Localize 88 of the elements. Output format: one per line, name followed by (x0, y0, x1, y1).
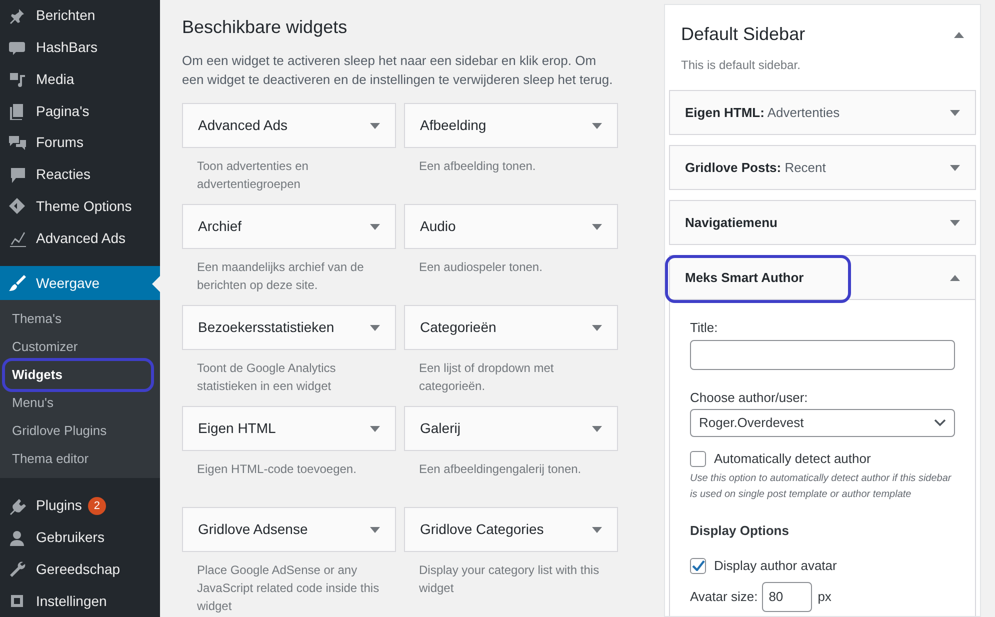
avatar-size-input[interactable]: 80 (762, 582, 812, 612)
widget-description: Place Google AdSense or any JavaScript related code inside this widget (196, 562, 380, 615)
widget-card[interactable]: Gridlove Posts: Recent (669, 145, 976, 190)
menu-item[interactable]: Forums (0, 127, 160, 159)
widget-description: Een lijst of dropdown met categorieën. (418, 360, 555, 395)
sidebar-description: This is default sidebar. (680, 57, 802, 74)
submenu-item[interactable]: Thema editor (10, 449, 91, 469)
checkbox-label: Display author avatar (714, 557, 837, 575)
widget-card[interactable]: Galerij (404, 406, 618, 451)
widget-description: Eigen HTML-code toevoegen. (196, 461, 358, 478)
dropdown-arrow-icon (592, 324, 602, 330)
chevron-down-icon (934, 419, 946, 427)
widget-card[interactable]: Eigen HTML (182, 406, 396, 451)
sidebar-title: Default Sidebar (681, 23, 806, 46)
pointer-arrow-icon (152, 276, 160, 292)
dropdown-arrow-icon (950, 220, 960, 226)
section-heading: Beschikbare widgets (182, 16, 348, 39)
submenu-item[interactable]: Gridlove Plugins (10, 421, 109, 441)
widget-description: Display your category list with this widget (418, 562, 600, 597)
widget-description: Een audiospeler tonen. (418, 259, 544, 276)
dropdown-arrow-icon (950, 110, 960, 116)
widget-card[interactable]: Audio (404, 204, 618, 249)
widget-description: Toon advertenties en advertentiegroepen (196, 158, 310, 193)
pages-icon (8, 102, 26, 120)
camera-music-icon (8, 70, 26, 88)
field-label: Choose author/user: (690, 388, 809, 406)
menu-item[interactable]: Weergave (0, 266, 160, 300)
collapse-arrow-icon[interactable] (954, 32, 964, 38)
widget-description: Toont de Google Analytics statistieken in een widget (196, 360, 337, 395)
submenu-item[interactable]: Menu's (10, 393, 56, 413)
widget-card[interactable]: Navigatiemenu (669, 200, 976, 245)
dropdown-arrow-icon (950, 164, 960, 170)
title-input[interactable] (690, 340, 955, 370)
widget-card[interactable]: Categorieën (404, 305, 618, 350)
dropdown-arrow-icon (370, 426, 380, 432)
user-icon (8, 528, 26, 547)
pin-icon (8, 6, 26, 25)
dropdown-arrow-icon (370, 526, 380, 532)
chat-bubbles-icon (8, 134, 26, 152)
wrench-icon (8, 560, 26, 578)
widget-card[interactable]: Advanced Ads (182, 103, 396, 148)
collapse-arrow-icon (950, 274, 960, 280)
menu-item[interactable]: Plugins 2 (0, 490, 160, 522)
widget-card[interactable]: Gridlove Categories (404, 507, 618, 552)
dropdown-arrow-icon (592, 224, 602, 230)
brush-icon (8, 274, 26, 292)
author-select[interactable]: Roger.Overdevest (690, 409, 955, 437)
dropdown-arrow-icon (370, 224, 380, 230)
menu-item[interactable]: Reacties (0, 158, 160, 191)
menu-item[interactable]: Gebruikers (0, 522, 160, 554)
submenu-item[interactable]: Customizer (10, 337, 80, 357)
menu-item[interactable]: Advanced Ads (0, 222, 160, 254)
menu-item[interactable]: HashBars (0, 32, 160, 64)
unit-label: px (818, 588, 832, 606)
count-badge: 2 (88, 496, 106, 515)
menu-item[interactable]: Instellingen (0, 585, 160, 617)
dropdown-arrow-icon (592, 526, 602, 532)
field-label: Title: (690, 319, 719, 337)
hint-text: Use this option to automatically detect author if this sidebar is used on single post template or author template (690, 472, 952, 502)
widget-description: Een afbeeldingengalerij tonen. (418, 461, 582, 478)
comment-icon (8, 166, 26, 184)
widget-card[interactable]: Afbeelding (404, 103, 618, 148)
diamond-icon (8, 197, 26, 216)
widget-card[interactable]: Gridlove Adsense (182, 507, 396, 552)
widget-card[interactable]: Bezoekersstatistieken (182, 305, 396, 350)
chart-line-icon (8, 229, 26, 248)
menu-item[interactable]: Theme Options (0, 190, 160, 222)
widget-description: Een maandelijks archief van de berichten op deze site. (196, 259, 365, 294)
submenu-item[interactable]: Widgets (10, 365, 64, 385)
menu-item[interactable]: Gereedschap (0, 553, 160, 586)
checkbox[interactable] (690, 450, 706, 467)
widget-description: Een afbeelding tonen. (418, 158, 537, 175)
menu-item[interactable]: Pagina's (0, 95, 160, 128)
menu-item[interactable]: Berichten (0, 0, 160, 32)
plug-icon (8, 496, 26, 515)
dropdown-arrow-icon (370, 324, 380, 330)
widget-card[interactable]: Eigen HTML: Advertenties (669, 90, 976, 135)
menu-item[interactable]: Media (0, 64, 160, 96)
checkbox-label: Automatically detect author (714, 450, 871, 468)
options-heading: Display Options (690, 522, 790, 540)
dropdown-arrow-icon (592, 122, 602, 128)
widget-card[interactable]: Archief (182, 204, 396, 249)
submenu-item[interactable]: Thema's (10, 309, 64, 329)
field-label: Avatar size: (690, 588, 758, 606)
checkbox[interactable] (690, 558, 706, 574)
instructions-text: Om een widget te activeren sleep het naar een sidebar en klik erop. Om een widget te deactiveren en de instellingen te verwijderen sleep het terug. (182, 52, 614, 89)
dropdown-arrow-icon (592, 426, 602, 432)
dropdown-arrow-icon (370, 122, 380, 128)
